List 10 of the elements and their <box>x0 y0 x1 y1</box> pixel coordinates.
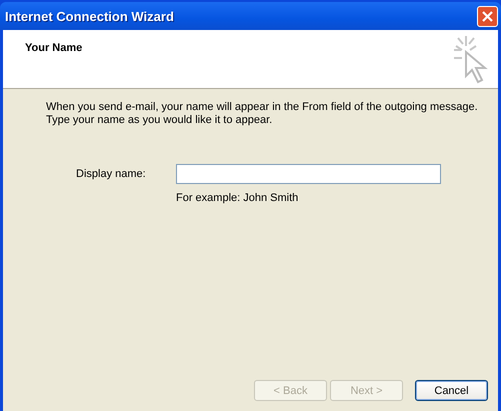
page-title: Your Name <box>25 42 82 56</box>
display-name-field[interactable] <box>176 164 441 184</box>
example-hint: For example: John Smith <box>176 192 298 204</box>
close-icon <box>481 10 494 22</box>
close-button[interactable] <box>477 6 498 26</box>
window-title: Internet Connection Wizard <box>5 8 174 24</box>
sparkle-cursor-icon <box>452 34 488 84</box>
intro-text: When you send e-mail, your name will appear in the From field of the outgoing message. Type your name as you would like it to appear. <box>46 101 479 127</box>
wizard-button[interactable]: Cancel <box>415 380 488 401</box>
display-name-label: Display name: <box>76 168 147 180</box>
